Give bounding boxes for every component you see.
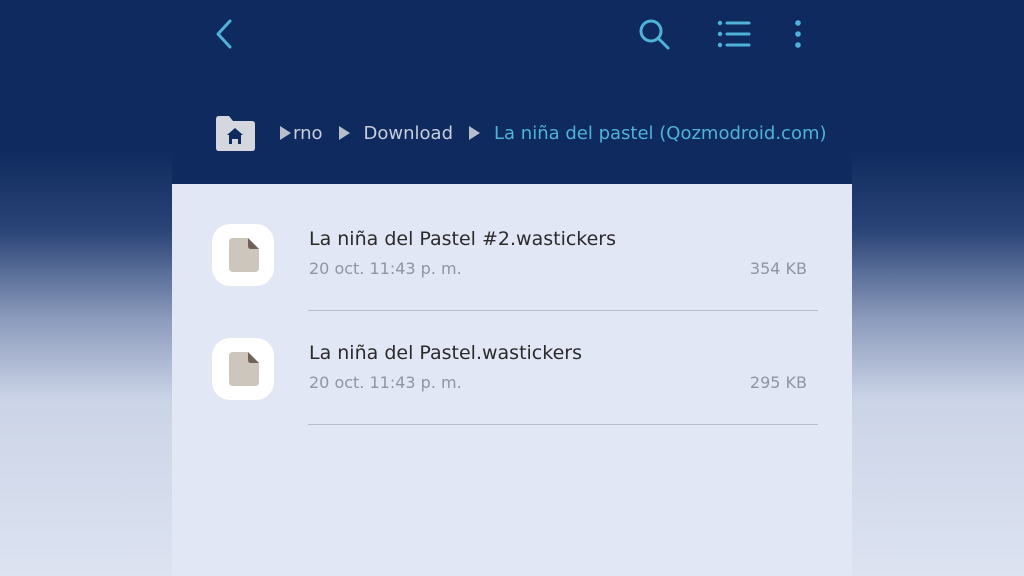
file-icon xyxy=(229,238,259,272)
file-icon-container xyxy=(212,338,274,400)
list-view-icon xyxy=(717,20,751,48)
file-icon xyxy=(229,352,259,386)
file-name: La niña del Pastel #2.wastickers xyxy=(309,228,617,250)
file-manager-screen: rno Download La niña del pastel (Qozmodr… xyxy=(172,0,852,576)
breadcrumb-separator xyxy=(338,126,350,140)
file-size: 354 KB xyxy=(749,259,807,278)
breadcrumb-item-download[interactable]: Download xyxy=(364,123,453,144)
search-button[interactable] xyxy=(632,12,676,56)
more-options-button[interactable] xyxy=(776,12,820,56)
file-name: La niña del Pastel.wastickers xyxy=(309,342,582,364)
app-bar: rno Download La niña del pastel (Qozmodr… xyxy=(172,0,852,184)
breadcrumb-separator xyxy=(280,126,291,140)
home-folder-icon[interactable] xyxy=(212,113,258,153)
search-icon xyxy=(639,19,670,50)
file-list-item[interactable]: La niña del Pastel #2.wastickers 20 oct.… xyxy=(172,184,852,311)
file-size: 295 KB xyxy=(749,373,807,392)
more-vertical-icon xyxy=(795,20,801,48)
breadcrumb-separator xyxy=(469,126,480,140)
file-list-item[interactable]: La niña del Pastel.wastickers 20 oct. 11… xyxy=(172,298,852,425)
file-icon-container xyxy=(212,224,274,286)
file-date: 20 oct. 11:43 p. m. xyxy=(309,373,462,392)
breadcrumb-item-rno[interactable]: rno xyxy=(293,123,323,144)
list-view-button[interactable] xyxy=(712,12,756,56)
file-list: La niña del Pastel #2.wastickers 20 oct.… xyxy=(172,184,852,425)
file-date: 20 oct. 11:43 p. m. xyxy=(309,259,462,278)
back-button[interactable] xyxy=(202,12,246,56)
breadcrumb: rno Download La niña del pastel (Qozmodr… xyxy=(212,112,827,154)
row-divider xyxy=(308,424,818,425)
chevron-left-icon xyxy=(216,19,232,49)
breadcrumb-item-current-folder[interactable]: La niña del pastel (Qozmodroid.com) xyxy=(494,123,827,144)
